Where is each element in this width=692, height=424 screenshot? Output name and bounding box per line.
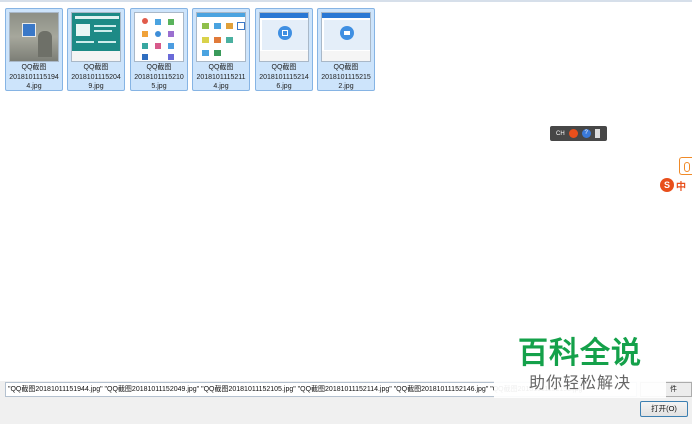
file-name: QQ截图 2018101115214 6.jpg xyxy=(259,64,309,90)
thumbnail-foggy-photo xyxy=(9,12,59,62)
file-name: QQ截图 2018101115194 4.jpg xyxy=(9,64,59,90)
ime-toolbar[interactable]: CH ? xyxy=(550,126,607,141)
file-tile[interactable]: QQ截图 2018101115204 9.jpg xyxy=(67,8,125,91)
thumbnail-icon-grid-screen-2 xyxy=(196,12,246,62)
microphone-icon[interactable] xyxy=(679,157,692,175)
thumbnail-teal-app-screen xyxy=(71,12,121,62)
sogou-logo-icon: S xyxy=(660,178,674,192)
file-name: QQ截图 2018101115211 4.jpg xyxy=(196,64,246,90)
file-name: QQ截图 2018101115204 9.jpg xyxy=(71,64,121,90)
watermark-title: 百科全说 xyxy=(518,336,642,371)
watermark-subtitle: 助你轻松解决 xyxy=(528,373,631,392)
file-name: QQ截图 2018101115210 5.jpg xyxy=(134,64,184,90)
open-button[interactable]: 打开(O) xyxy=(640,401,688,417)
thumbnail-icon-grid-screen xyxy=(134,12,184,62)
ime-status-indicator[interactable]: S 中 xyxy=(660,177,692,193)
ime-language-label[interactable]: CH xyxy=(556,131,565,137)
file-tile[interactable]: QQ截图 2018101115211 4.jpg xyxy=(192,8,250,91)
ime-mode-label[interactable]: 中 xyxy=(676,178,686,193)
sogou-icon[interactable] xyxy=(568,129,578,138)
thumbnail-blue-dialog-screen-2 xyxy=(321,12,371,62)
file-tile[interactable]: QQ截图 2018101115210 5.jpg xyxy=(130,8,188,91)
dialog-button-bar: 打开(O) xyxy=(0,398,692,424)
file-tile[interactable]: QQ截图 2018101115194 4.jpg xyxy=(5,8,63,91)
watermark: 百科全说 助你轻松解决 xyxy=(494,316,666,398)
file-tile[interactable]: QQ截图 2018101115214 6.jpg xyxy=(255,8,313,91)
file-tile[interactable]: QQ截图 2018101115215 2.jpg xyxy=(317,8,375,91)
help-icon[interactable]: ? xyxy=(581,129,591,138)
file-name: QQ截图 2018101115215 2.jpg xyxy=(321,64,371,90)
menu-arrow-icon[interactable] xyxy=(594,129,600,138)
thumbnail-blue-dialog-screen xyxy=(259,12,309,62)
